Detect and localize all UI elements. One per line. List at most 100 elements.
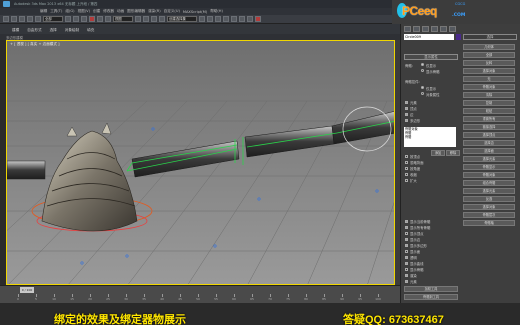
- panel-button[interactable]: 骨骼对象: [463, 172, 515, 178]
- menu-item[interactable]: MAXScript(M): [183, 10, 207, 14]
- filter-checkbox[interactable]: [405, 107, 408, 110]
- panel-button[interactable]: 复制: [463, 100, 515, 106]
- menu-item[interactable]: 创建: [93, 9, 100, 14]
- pivot-icon[interactable]: [135, 16, 141, 22]
- layer-icon[interactable]: [215, 16, 221, 22]
- menu-item[interactable]: 渲染(R): [148, 9, 161, 14]
- option-checkbox[interactable]: [405, 232, 408, 235]
- menu-item[interactable]: 自定义(U): [164, 9, 180, 14]
- panel-button[interactable]: 选择顶点: [463, 132, 515, 138]
- display-tab-icon[interactable]: [440, 26, 447, 32]
- bone-list-item[interactable]: 骨骼: [404, 135, 456, 139]
- bind-icon[interactable]: [35, 16, 41, 22]
- option-checkbox[interactable]: [405, 244, 408, 247]
- panel-button[interactable]: 清除: [463, 92, 515, 98]
- app-logo-icon[interactable]: [3, 1, 10, 7]
- select-object-icon[interactable]: [65, 16, 71, 22]
- option-checkbox[interactable]: [405, 280, 408, 283]
- percent-snap-icon[interactable]: [159, 16, 165, 22]
- panel-button[interactable]: 反转: [463, 60, 515, 66]
- add-button[interactable]: 添加: [431, 150, 445, 156]
- panel-button[interactable]: 链接选择: [463, 124, 515, 130]
- mode-checkbox[interactable]: [405, 161, 408, 164]
- object-color-swatch[interactable]: [456, 34, 461, 40]
- panel-button[interactable]: 几何体: [463, 44, 515, 50]
- display-radio-1[interactable]: [421, 63, 424, 66]
- hierarchy-tab-icon[interactable]: [422, 26, 429, 32]
- menu-item[interactable]: 帮助(H): [210, 9, 223, 14]
- filter-checkbox[interactable]: [405, 101, 408, 104]
- mode-checkbox[interactable]: [405, 179, 408, 182]
- reference-coord-dropdown[interactable]: 视图: [113, 16, 133, 22]
- bones-radio-1[interactable]: [421, 86, 424, 89]
- undo-icon[interactable]: [3, 16, 9, 22]
- select-by-name-icon[interactable]: [73, 16, 79, 22]
- rect-region-icon[interactable]: [81, 16, 87, 22]
- menu-item[interactable]: 组(G): [65, 9, 74, 14]
- option-checkbox[interactable]: [405, 268, 408, 271]
- panel-button[interactable]: 组合骨骼: [463, 180, 515, 186]
- display-radio-2[interactable]: [421, 69, 424, 72]
- material-editor-icon[interactable]: [239, 16, 245, 22]
- perspective-viewport[interactable]: + [ 透视 ] [ 真实 + 边面模式 ]: [6, 40, 395, 285]
- redo-icon[interactable]: [11, 16, 17, 22]
- create-tab-icon[interactable]: [404, 26, 411, 32]
- option-checkbox[interactable]: [405, 226, 408, 229]
- mode-checkbox[interactable]: [405, 173, 408, 176]
- panel-button[interactable]: 选择边: [463, 140, 515, 146]
- select-move-icon[interactable]: [89, 16, 95, 22]
- time-slider[interactable]: 0 / 100: [20, 287, 34, 293]
- panel-button[interactable]: 选择对象: [463, 68, 515, 74]
- unlink-icon[interactable]: [27, 16, 33, 22]
- object-name-field[interactable]: Circle009: [404, 34, 454, 40]
- weight-tool-button[interactable]: 加权工具: [404, 286, 458, 292]
- panel-button[interactable]: 选择元素: [463, 188, 515, 194]
- panel-button[interactable]: 骨骼轴: [463, 220, 515, 226]
- menu-item[interactable]: 工具(T): [50, 9, 62, 14]
- render-setup-icon[interactable]: [247, 16, 253, 22]
- panel-button[interactable]: 粘贴: [463, 108, 515, 114]
- align-icon[interactable]: [207, 16, 213, 22]
- mode-checkbox[interactable]: [405, 167, 408, 170]
- option-checkbox[interactable]: [405, 262, 408, 265]
- panel-button[interactable]: 全部: [463, 52, 515, 58]
- menu-item[interactable]: 修改器: [103, 9, 114, 14]
- angle-snap-icon[interactable]: [151, 16, 157, 22]
- selection-header[interactable]: 选择: [463, 34, 517, 40]
- menu-item[interactable]: 动画: [117, 9, 124, 14]
- select-rotate-icon[interactable]: [97, 16, 103, 22]
- panel-button[interactable]: 选择对象: [463, 204, 515, 210]
- modify-tab-icon[interactable]: [413, 26, 420, 32]
- utilities-tab-icon[interactable]: [449, 26, 456, 32]
- panel-button[interactable]: 骨骼对象: [463, 84, 515, 90]
- bone-list[interactable]: 骨骼对象 骨骼 骨骼: [404, 127, 456, 147]
- panel-button[interactable]: 选择元素: [463, 156, 515, 162]
- option-checkbox[interactable]: [405, 250, 408, 253]
- snap-icon[interactable]: [143, 16, 149, 22]
- display-rollout[interactable]: 显示属性: [404, 54, 458, 60]
- bone-tool-button[interactable]: 骨骼到工具: [404, 294, 458, 300]
- mode-checkbox[interactable]: [405, 155, 408, 158]
- panel-button[interactable]: 骨骼显示: [463, 164, 515, 170]
- link-icon[interactable]: [19, 16, 25, 22]
- panel-button[interactable]: 骨骼层次: [463, 212, 515, 218]
- panel-button[interactable]: 重置所有: [463, 116, 515, 122]
- option-checkbox[interactable]: [405, 238, 408, 241]
- curve-editor-icon[interactable]: [223, 16, 229, 22]
- option-checkbox[interactable]: [405, 256, 408, 259]
- option-checkbox[interactable]: [405, 274, 408, 277]
- schematic-icon[interactable]: [231, 16, 237, 22]
- menu-item[interactable]: 图形编辑器: [127, 9, 145, 14]
- menu-item[interactable]: 视图(V): [78, 9, 90, 14]
- remove-button[interactable]: 移除: [446, 150, 460, 156]
- panel-button[interactable]: 选择面: [463, 148, 515, 154]
- panel-button[interactable]: 反选: [463, 196, 515, 202]
- selection-filter-dropdown[interactable]: 全部: [43, 16, 63, 22]
- filter-checkbox[interactable]: [405, 119, 408, 122]
- filter-checkbox[interactable]: [405, 113, 408, 116]
- named-selection-dropdown[interactable]: 创建选择集: [167, 16, 197, 22]
- option-checkbox[interactable]: [405, 220, 408, 223]
- left-stub[interactable]: [7, 160, 46, 180]
- viewport-label[interactable]: + [ 透视 ] [ 真实 + 边面模式 ]: [10, 42, 60, 47]
- bones-radio-2[interactable]: [421, 92, 424, 95]
